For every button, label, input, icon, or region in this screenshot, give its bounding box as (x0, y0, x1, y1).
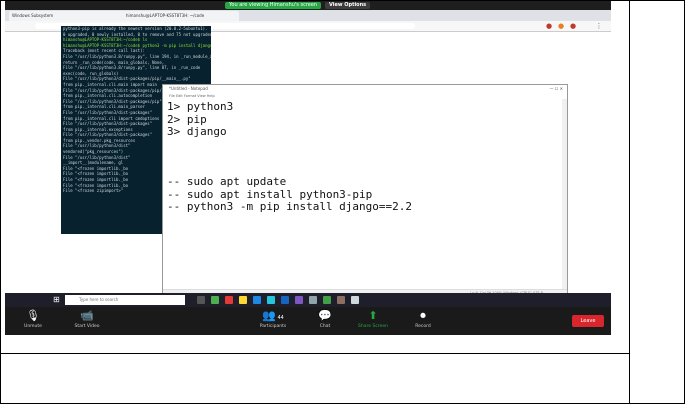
screenshot-frame: You are viewing Himanshu's screen View O… (5, 1, 611, 335)
taskbar-app-icon[interactable] (337, 296, 345, 304)
unmute-button[interactable]: 🎙 Unmute (13, 309, 53, 330)
browser-tab[interactable]: Windows Subsystem (9, 11, 125, 21)
extension-icon[interactable]: ● (545, 22, 553, 30)
record-button[interactable]: ⏺ Record (403, 309, 443, 330)
notepad-menu[interactable]: File Edit Format View Help (163, 94, 215, 98)
start-video-button[interactable]: 📹 Start Video (67, 309, 107, 330)
toolbar-button-label: Participants (259, 324, 287, 329)
notepad-title-bar: *Untitled - Notepad — ☐ ✕ (163, 85, 567, 93)
view-options-button[interactable]: View Options (325, 2, 371, 9)
share-screen-button[interactable]: ⬆ Share Screen (353, 309, 393, 330)
search-placeholder: Type here to search (79, 297, 119, 302)
window-controls-icon[interactable]: — ☐ ✕ (550, 85, 563, 93)
notepad-window[interactable]: *Untitled - Notepad — ☐ ✕ File Edit Form… (162, 84, 568, 298)
taskbar-app-icon[interactable] (351, 296, 359, 304)
taskbar-app-icon[interactable] (267, 296, 275, 304)
notepad-text-area[interactable]: 1> python3 2> pip 3> django -- sudo apt … (167, 100, 547, 214)
toolbar-button-label: Chat (319, 324, 331, 329)
participant-count: 44 (275, 315, 284, 321)
table-column-divider (629, 0, 630, 404)
participants-button[interactable]: 👥 44 Participants (253, 309, 293, 330)
browser-tab[interactable]: himanshu@LAPTOP-KSST8T3H: ~/code (123, 11, 239, 21)
taskbar-app-icon[interactable] (211, 296, 219, 304)
extension-icon[interactable]: ● (569, 22, 577, 30)
video-off-icon: 📹 (80, 309, 94, 322)
taskbar-app-icon[interactable] (323, 296, 331, 304)
microphone-muted-icon: 🎙 (26, 309, 40, 322)
zoom-toolbar: Leave 🎙 Unmute 📹 Start Video 👥 44 Participant… (5, 307, 611, 335)
toolbar-button-label: Unmute (24, 324, 42, 329)
screen-share-notice: You are viewing Himanshu's screen (225, 2, 322, 9)
windows-taskbar: ⊞ Type here to search (5, 293, 611, 307)
menu-dots-icon[interactable]: ⋮ (595, 22, 603, 30)
toolbar-button-label: Start Video (74, 324, 100, 329)
toolbar-button-label: Share Screen (358, 324, 388, 329)
notepad-title: *Untitled - Notepad (169, 86, 208, 91)
chat-icon: 💬 (318, 309, 332, 322)
task-view-icon[interactable] (197, 296, 205, 304)
leave-button[interactable]: Leave (572, 315, 604, 327)
table-row-divider (0, 353, 630, 354)
taskbar-app-icon[interactable] (295, 296, 303, 304)
notepad-menu-bar[interactable]: File Edit Format View Help (163, 93, 567, 99)
share-screen-icon: ⬆ (368, 309, 378, 322)
browser-tab-strip: Windows Subsystem himanshu@LAPTOP-KSST8T… (5, 10, 611, 21)
terminal-line: python3-pip is already the newest versio… (63, 26, 208, 31)
taskbar-app-icon[interactable] (309, 296, 317, 304)
taskbar-app-icon[interactable] (225, 296, 233, 304)
taskbar-search-input[interactable]: Type here to search (65, 295, 185, 305)
taskbar-app-icon[interactable] (253, 296, 261, 304)
participants-icon: 👥 44 (262, 309, 284, 322)
extension-icon[interactable]: ● (557, 22, 565, 30)
toolbar-button-label: Record (415, 324, 431, 329)
taskbar-app-icon[interactable] (281, 296, 289, 304)
terminal-line: File "/usr/lib/python3.8/runpy.py", line… (63, 65, 201, 71)
zoom-top-banner: You are viewing Himanshu's screen View O… (5, 1, 611, 10)
terminal-line: File "/usr/lib/python3.8/runpy.py", line… (63, 53, 211, 59)
windows-start-icon[interactable]: ⊞ (53, 295, 60, 305)
record-icon: ⏺ (420, 309, 426, 322)
chat-button[interactable]: 💬 Chat (305, 309, 345, 330)
notepad-scrollbar[interactable] (562, 99, 567, 289)
taskbar-app-icon[interactable] (239, 296, 247, 304)
